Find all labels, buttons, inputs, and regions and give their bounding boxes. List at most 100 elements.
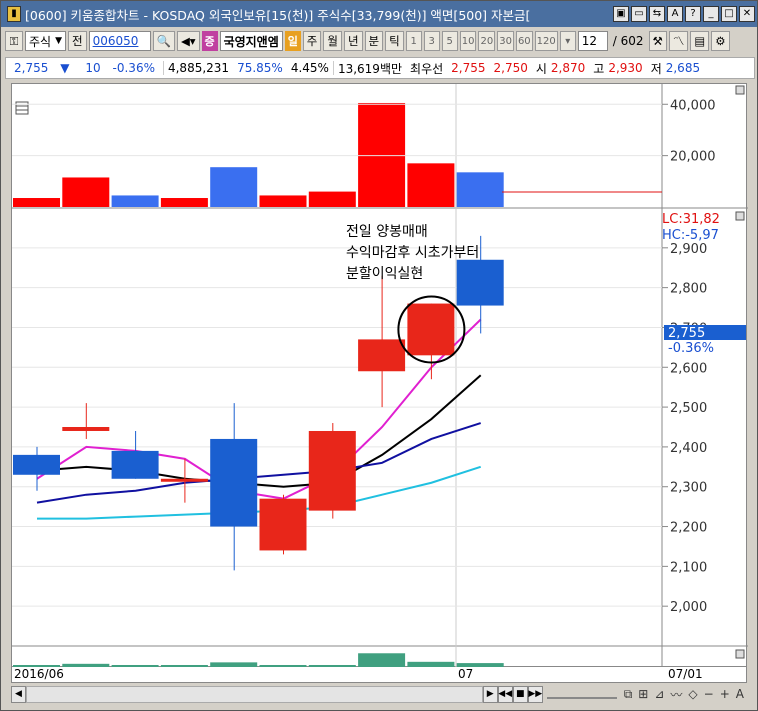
count-input[interactable]: 12 [577, 31, 608, 51]
minute-option-1[interactable]: 1 [405, 31, 422, 51]
minute-option-60[interactable]: 60 [515, 31, 533, 51]
close-button[interactable]: ✕ [739, 6, 755, 22]
font-button[interactable]: A [667, 6, 683, 22]
text-icon[interactable]: A [733, 687, 747, 701]
volume-bar [13, 198, 60, 207]
price-tick-label: 2,500 [670, 401, 707, 416]
stock-code-input[interactable]: 006050 [88, 31, 151, 51]
minimize-button[interactable]: _ [703, 6, 719, 22]
market-select[interactable]: 주식 ▼ [25, 31, 67, 51]
pct-value-1: 75.85% [237, 61, 283, 75]
title-bar[interactable]: ▮ [0600] 키움종합차트 - KOSDAQ 외국인보유[15(천)] 주식… [1, 1, 757, 27]
high-label: 고 [593, 61, 605, 76]
stop-icon[interactable]: ■ [512, 685, 528, 703]
daily-tab[interactable]: 일 [284, 31, 301, 51]
trend-icon[interactable]: ⊿ [651, 687, 667, 701]
minus-icon[interactable]: − [701, 687, 717, 701]
play-icon[interactable]: ▶ [482, 685, 498, 703]
volume-bar [259, 195, 307, 207]
minute-option-10[interactable]: 10 [459, 31, 477, 51]
price-chart-svg[interactable]: 40,00020,000 2,9002,8002,7002,6002,5002,… [12, 84, 748, 668]
plus-icon[interactable]: + [717, 687, 733, 701]
volume-bar [358, 102, 406, 207]
prev-button[interactable]: 전 [68, 31, 87, 51]
help-button[interactable]: ? [685, 6, 701, 22]
volume-bar [62, 177, 110, 207]
panel-close-icon[interactable] [735, 85, 745, 95]
sound-icon[interactable]: ◀▾ [176, 31, 200, 51]
lc-label: LC:31,82 [662, 212, 720, 227]
maximize-button[interactable]: □ [721, 6, 737, 22]
stock-name: 국영지앤엠 [219, 31, 283, 51]
toolbar: ⚿ 주식 ▼ 전 006050 🔍 ◀▾ 증 국영지앤엠 일 주 월 년 분 틱 … [5, 29, 755, 53]
candle-body [210, 438, 258, 527]
hc-label: HC:-5,97 [662, 228, 719, 243]
x-label-start: 2016/06 [14, 667, 64, 681]
pct-value-2: 4.45% [287, 61, 334, 75]
rewind-icon[interactable]: ◀◀ [497, 685, 513, 703]
speed-slider[interactable] [546, 689, 617, 699]
indicator-icon[interactable]: 〽 [668, 31, 689, 51]
shape-icon[interactable]: ◇ [685, 687, 700, 701]
dropdown-arrow-icon[interactable]: ▾ [559, 31, 576, 51]
candle-body [308, 430, 356, 511]
yearly-tab[interactable]: 년 [343, 31, 363, 51]
search-icon[interactable]: 🔍 [152, 31, 175, 51]
tick-tab[interactable]: 틱 [385, 31, 404, 51]
minute-tab[interactable]: 분 [364, 31, 384, 51]
horizontal-scrollbar[interactable] [26, 685, 483, 703]
low-label: 저 [650, 61, 662, 76]
crosshair-icon[interactable]: ⊞ [635, 687, 651, 701]
candle-body [456, 259, 504, 306]
bottom-indicator [13, 653, 504, 668]
lock-icon[interactable]: ⚿ [5, 31, 23, 51]
layout-button[interactable]: ▭ [631, 6, 647, 22]
wave-icon[interactable]: 〰 [667, 686, 685, 703]
volume-bar [160, 198, 208, 207]
window-title: [0600] 키움종합차트 - KOSDAQ 외국인보유[15(천)] 주식수[… [25, 7, 531, 23]
chevron-down-icon: ▼ [55, 36, 63, 46]
current-change-label: -0.36% [668, 341, 714, 356]
open-label: 시 [535, 61, 547, 76]
forward-icon[interactable]: ▶▶ [527, 685, 543, 703]
app-icon: ▮ [7, 6, 21, 22]
x-axis: 2016/06 07 07/01 [11, 667, 747, 683]
settings-icon[interactable]: ⚙ [711, 31, 730, 51]
minute-option-3[interactable]: 3 [423, 31, 440, 51]
tool-icon[interactable]: ⚒ [648, 31, 667, 51]
price-tick-label: 2,800 [670, 282, 707, 297]
volume-bar [210, 167, 258, 207]
minute-option-120[interactable]: 120 [534, 31, 558, 51]
panel-close-icon[interactable] [735, 211, 745, 221]
annotation-line-3: 분할이익실현 [346, 266, 423, 282]
best-bid: 2,750 [493, 61, 528, 75]
current-price: 2,755 ▼ [14, 61, 70, 75]
volume-value: 4,885,231 [167, 61, 230, 75]
current-price-label: 2,755 [668, 326, 705, 341]
volume-tick-label: 20,000 [670, 150, 716, 165]
volume-bar [111, 195, 159, 207]
best-ask: 2,755 [451, 61, 486, 75]
volume-tick-label: 40,000 [670, 98, 716, 113]
volume-bars [13, 102, 504, 207]
monthly-tab[interactable]: 월 [323, 31, 342, 51]
candle-body [111, 450, 159, 479]
minute-option-30[interactable]: 30 [497, 31, 514, 51]
save-icon[interactable]: ▤ [690, 31, 710, 51]
link-button[interactable]: ▣ [613, 6, 629, 22]
x-label-month: 07 [458, 667, 474, 681]
scroll-left-button[interactable]: ◀ [11, 685, 26, 703]
layout-icon[interactable]: ⧉ [621, 687, 636, 702]
minute-option-5[interactable]: 5 [441, 31, 458, 51]
low-price: 2,685 [665, 61, 701, 75]
weekly-tab[interactable]: 주 [302, 31, 322, 51]
minute-option-20[interactable]: 20 [478, 31, 496, 51]
volume-bar [407, 163, 455, 207]
indicator-bar [358, 653, 406, 668]
panel-close-icon[interactable] [735, 649, 745, 659]
sync-button[interactable]: ⇆ [649, 6, 665, 22]
chart-area[interactable]: 40,00020,000 2,9002,8002,7002,6002,5002,… [11, 83, 748, 668]
total-count: / 602 [612, 34, 644, 48]
candle-body [160, 478, 208, 482]
chart-window: ▮ [0600] 키움종합차트 - KOSDAQ 외국인보유[15(천)] 주식… [0, 0, 758, 711]
